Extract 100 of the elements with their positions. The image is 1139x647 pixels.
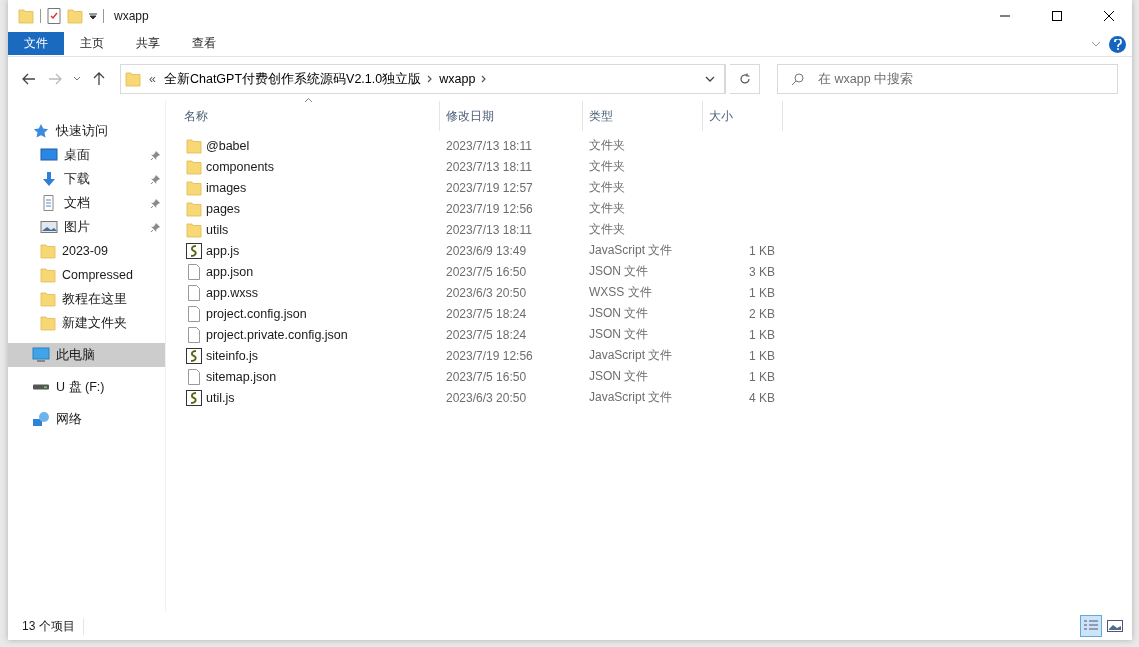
search-field[interactable]: 在 wxapp 中搜索 bbox=[777, 64, 1118, 94]
sidebar-item[interactable]: 网络 bbox=[8, 407, 165, 431]
pin-icon[interactable] bbox=[150, 197, 161, 209]
modified-date: 2023/7/19 12:57 bbox=[445, 180, 534, 195]
file-size: 4 KB bbox=[748, 390, 776, 405]
file-type: JavaScript 文件 bbox=[588, 242, 674, 259]
file-type: 文件夹 bbox=[588, 179, 626, 196]
dropdown-icon[interactable] bbox=[89, 12, 97, 20]
refresh-icon bbox=[738, 73, 751, 85]
file-size: 1 KB bbox=[748, 243, 776, 258]
file-size: 1 KB bbox=[748, 369, 776, 384]
file-name[interactable]: images bbox=[178, 179, 440, 196]
file-name[interactable]: app.wxss bbox=[178, 284, 440, 301]
pin-icon[interactable] bbox=[150, 221, 161, 233]
file-name-text: siteinfo.js bbox=[206, 348, 259, 363]
picture-icon bbox=[1107, 620, 1123, 632]
file-type: 文件夹 bbox=[588, 137, 626, 154]
computer-icon bbox=[32, 347, 50, 363]
modified-date: 2023/7/5 16:50 bbox=[445, 264, 528, 279]
file-type: 文件夹 bbox=[588, 221, 626, 238]
file-name[interactable]: project.private.config.json bbox=[178, 326, 440, 343]
folder-icon bbox=[40, 243, 56, 259]
file-name-text: sitemap.json bbox=[206, 369, 277, 384]
sidebar-item[interactable]: 桌面 bbox=[8, 143, 165, 167]
file-name[interactable]: sitemap.json bbox=[178, 368, 440, 385]
file-type: JavaScript 文件 bbox=[588, 389, 674, 406]
column-label: 大小 bbox=[709, 107, 733, 125]
file-icon bbox=[186, 305, 202, 322]
file-icon bbox=[186, 284, 202, 301]
address-bar[interactable]: « 全新ChatGPT付费创作系统源码V2.1.0独立版 wxapp bbox=[120, 64, 726, 94]
sidebar-item[interactable]: 2023-09 bbox=[8, 239, 165, 263]
column-header[interactable]: 名称 bbox=[178, 101, 440, 131]
ribbon-tab[interactable]: 主页 bbox=[64, 32, 120, 55]
folder-icon bbox=[40, 267, 56, 283]
file-name[interactable]: pages bbox=[178, 200, 440, 217]
modified-date: 2023/7/13 18:11 bbox=[445, 138, 533, 153]
column-header[interactable]: 大小 bbox=[703, 101, 783, 131]
desktop-icon bbox=[40, 147, 58, 163]
file-name-text: app.wxss bbox=[206, 285, 259, 300]
sidebar-item[interactable]: 此电脑 bbox=[8, 343, 165, 367]
file-name-text: app.json bbox=[206, 264, 254, 279]
folder-icon bbox=[186, 200, 202, 217]
item-count: 13 个项目 bbox=[22, 617, 84, 635]
folder-icon bbox=[18, 8, 34, 24]
breadcrumb[interactable]: 全新ChatGPT付费创作系统源码V2.1.0独立版 bbox=[159, 70, 426, 88]
properties-icon[interactable] bbox=[47, 8, 61, 24]
file-name[interactable]: util.js bbox=[178, 389, 440, 406]
breadcrumb[interactable]: wxapp bbox=[435, 72, 480, 86]
sidebar-item[interactable]: 快速访问 bbox=[8, 119, 165, 143]
folder-icon bbox=[186, 158, 202, 175]
sidebar-item[interactable]: 新建文件夹 bbox=[8, 311, 165, 335]
ribbon-tab[interactable]: 共享 bbox=[120, 32, 176, 55]
file-name-text: @babel bbox=[206, 138, 250, 153]
back-icon bbox=[22, 73, 36, 85]
file-name[interactable]: app.js bbox=[178, 242, 440, 259]
sidebar-item[interactable]: Compressed bbox=[8, 263, 165, 287]
modified-date: 2023/7/19 12:56 bbox=[445, 348, 534, 363]
expand-ribbon-icon[interactable] bbox=[1091, 39, 1101, 49]
star-icon bbox=[32, 123, 50, 139]
sidebar-item[interactable]: 图片 bbox=[8, 215, 165, 239]
file-name-text: pages bbox=[206, 201, 241, 216]
file-name-text: project.config.json bbox=[206, 306, 307, 321]
picture-icon bbox=[40, 219, 58, 235]
file-type: 文件夹 bbox=[588, 200, 626, 217]
file-type: JSON 文件 bbox=[588, 368, 650, 385]
file-name[interactable]: components bbox=[178, 158, 440, 175]
pin-icon[interactable] bbox=[150, 149, 161, 161]
sidebar-item[interactable]: U 盘 (F:) bbox=[8, 375, 165, 399]
folder-icon bbox=[186, 221, 202, 238]
file-name[interactable]: siteinfo.js bbox=[178, 347, 440, 364]
new-folder-icon bbox=[67, 8, 83, 24]
sidebar-item[interactable]: 下载 bbox=[8, 167, 165, 191]
file-name[interactable]: utils bbox=[178, 221, 440, 238]
column-label: 类型 bbox=[589, 107, 613, 125]
file-name[interactable]: @babel bbox=[178, 137, 440, 154]
script-file-icon bbox=[186, 242, 202, 259]
list-icon bbox=[1083, 619, 1099, 633]
download-icon bbox=[40, 171, 58, 187]
column-header[interactable]: 类型 bbox=[583, 101, 703, 131]
refresh-button[interactable] bbox=[730, 64, 760, 94]
folder-icon bbox=[186, 179, 202, 196]
close-icon bbox=[1104, 11, 1114, 21]
overflow-button[interactable]: « bbox=[141, 72, 160, 86]
ribbon-tab[interactable]: 文件 bbox=[8, 32, 64, 55]
folder-icon bbox=[40, 315, 56, 331]
sidebar-item[interactable]: 文档 bbox=[8, 191, 165, 215]
help-icon[interactable] bbox=[1109, 35, 1126, 53]
file-name[interactable]: app.json bbox=[178, 263, 440, 280]
ribbon-tab[interactable]: 查看 bbox=[176, 32, 232, 55]
modified-date: 2023/7/5 16:50 bbox=[445, 369, 528, 384]
file-type: JavaScript 文件 bbox=[588, 347, 674, 364]
script-file-icon bbox=[186, 347, 202, 364]
column-header[interactable]: 修改日期 bbox=[440, 101, 583, 131]
sidebar-item[interactable]: 教程在这里 bbox=[8, 287, 165, 311]
pin-icon[interactable] bbox=[150, 173, 161, 185]
chevron-down-icon bbox=[704, 76, 715, 82]
modified-date: 2023/7/19 12:56 bbox=[445, 201, 534, 216]
file-name[interactable]: project.config.json bbox=[178, 305, 440, 322]
folder-icon bbox=[125, 71, 141, 87]
modified-date: 2023/7/13 18:11 bbox=[445, 222, 533, 237]
